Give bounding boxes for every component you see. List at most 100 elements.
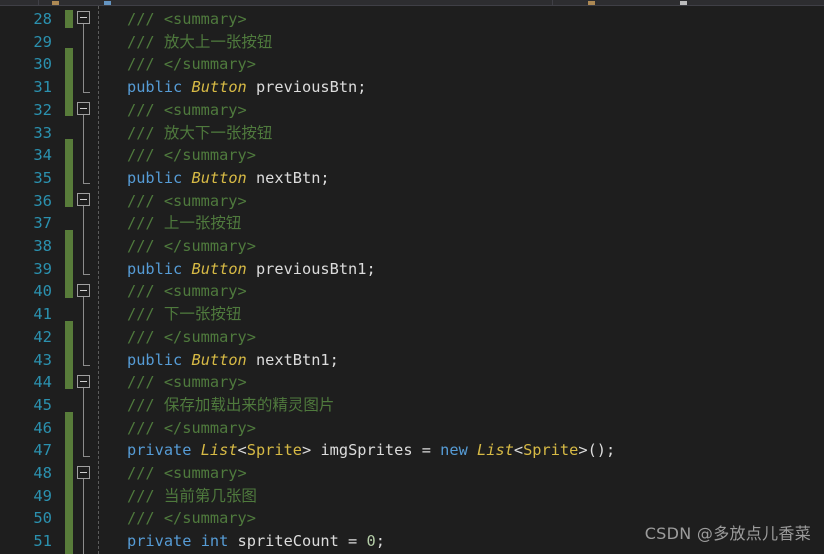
- token-keyword: public: [127, 78, 183, 97]
- token-comment: ///: [127, 55, 164, 74]
- token-comment: <summary>: [163, 373, 247, 392]
- token-keyword: private: [127, 441, 192, 460]
- code-text[interactable]: /// 放大上一张按钮: [127, 31, 272, 54]
- code-line[interactable]: 43 public Button nextBtn1;: [0, 349, 824, 372]
- line-number: 49: [33, 486, 52, 505]
- token-comment: ///: [127, 10, 164, 28]
- code-line[interactable]: 49 /// 当前第几张图: [0, 485, 824, 508]
- line-number: 45: [33, 395, 52, 414]
- code-line[interactable]: 50 /// </summary>: [0, 507, 824, 530]
- code-text[interactable]: /// <summary>: [127, 190, 247, 213]
- code-text[interactable]: /// 放大下一张按钮: [127, 122, 272, 145]
- code-line[interactable]: 30 /// </summary>: [0, 53, 824, 76]
- token-comment: ///: [127, 305, 164, 324]
- toolbar-glyph-icon[interactable]: [52, 1, 59, 5]
- token-comment: <summary>: [163, 191, 247, 210]
- code-line[interactable]: 28 /// <summary>: [0, 8, 824, 31]
- code-text[interactable]: /// <summary>: [127, 280, 247, 303]
- code-line[interactable]: 47 private List<Sprite> imgSprites = new …: [0, 439, 824, 462]
- token-plain: nextBtn1;: [246, 350, 339, 369]
- token-type: List: [477, 441, 514, 460]
- token-plain: spriteCount =: [228, 532, 367, 551]
- token-keyword: public: [127, 350, 183, 369]
- code-line[interactable]: 31 public Button previousBtn;: [0, 76, 824, 99]
- code-line[interactable]: 48 /// <summary>: [0, 462, 824, 485]
- toolbar-glyph-icon[interactable]: [104, 1, 111, 5]
- code-line[interactable]: 42 /// </summary>: [0, 326, 824, 349]
- line-number: 42: [33, 327, 52, 346]
- code-text[interactable]: public Button nextBtn1;: [127, 349, 339, 372]
- code-text[interactable]: /// <summary>: [127, 99, 247, 122]
- code-text[interactable]: public Button previousBtn;: [127, 76, 366, 99]
- line-number: 36: [33, 191, 52, 210]
- code-text[interactable]: /// </summary>: [127, 326, 256, 349]
- top-toolbar-strip[interactable]: [0, 0, 824, 6]
- token-comment: ///: [127, 123, 164, 142]
- code-text[interactable]: /// 上一张按钮: [127, 212, 241, 235]
- token-comment-cn: 下一张按钮: [163, 305, 242, 324]
- token-plain: imgSprites =: [311, 441, 441, 460]
- toolbar-glyph-icon[interactable]: [680, 1, 687, 5]
- token-punct: >: [578, 441, 588, 460]
- line-number: 37: [33, 214, 52, 233]
- code-line[interactable]: 29 /// 放大上一张按钮: [0, 31, 824, 54]
- code-text[interactable]: /// </summary>: [127, 507, 256, 530]
- token-comment: <summary>: [163, 464, 247, 482]
- token-comment: ///: [127, 486, 164, 505]
- code-text[interactable]: /// <summary>: [127, 462, 247, 485]
- token-num: 0: [366, 532, 376, 551]
- token-class: Sprite: [523, 441, 579, 460]
- code-line[interactable]: 32 /// <summary>: [0, 99, 824, 122]
- code-text[interactable]: /// 当前第几张图: [127, 485, 257, 508]
- token-comment: <summary>: [163, 100, 247, 119]
- code-text[interactable]: private int spriteCount = 0;: [127, 530, 385, 553]
- code-line[interactable]: 41 /// 下一张按钮: [0, 303, 824, 326]
- code-text[interactable]: /// 下一张按钮: [127, 303, 241, 326]
- token-comment: </summary>: [163, 327, 256, 346]
- token-plain: nextBtn;: [246, 168, 330, 187]
- token-plain: previousBtn;: [246, 78, 367, 97]
- code-text[interactable]: /// </summary>: [127, 235, 256, 258]
- token-keyword: int: [200, 532, 229, 551]
- token-type: Button: [191, 259, 247, 278]
- token-comment-cn: 上一张按钮: [163, 214, 242, 233]
- token-comment-cn: 放大下一张按钮: [163, 123, 273, 142]
- token-type: Button: [191, 78, 247, 97]
- line-number: 32: [33, 100, 52, 119]
- code-text[interactable]: /// <summary>: [127, 371, 247, 394]
- token-comment: ///: [127, 191, 164, 210]
- code-line[interactable]: 34 /// </summary>: [0, 144, 824, 167]
- code-line[interactable]: 51 private int spriteCount = 0;: [0, 530, 824, 553]
- code-text[interactable]: public Button nextBtn;: [127, 167, 330, 190]
- code-text[interactable]: private List<Sprite> imgSprites = new Li…: [127, 439, 615, 462]
- line-number: 38: [33, 237, 52, 255]
- code-line[interactable]: 44 /// <summary>: [0, 371, 824, 394]
- code-line[interactable]: 33 /// 放大下一张按钮: [0, 122, 824, 145]
- code-line[interactable]: 37 /// 上一张按钮: [0, 212, 824, 235]
- code-text[interactable]: /// 保存加载出来的精灵图片: [127, 394, 334, 417]
- code-line[interactable]: 38 /// </summary>: [0, 235, 824, 258]
- code-text[interactable]: /// <summary>: [127, 8, 247, 31]
- token-comment-cn: 当前第几张图: [163, 486, 257, 505]
- code-text[interactable]: /// </summary>: [127, 53, 256, 76]
- line-number: 34: [33, 146, 52, 165]
- code-line[interactable]: 35 public Button nextBtn;: [0, 167, 824, 190]
- code-line[interactable]: 45 /// 保存加载出来的精灵图片: [0, 394, 824, 417]
- line-number: 33: [33, 123, 52, 142]
- code-surface[interactable]: 28 /// <summary> 29 /// 放大上一张按钮 30 /// </summ…: [0, 6, 824, 554]
- code-text[interactable]: public Button previousBtn1;: [127, 258, 376, 281]
- toolbar-divider: [552, 0, 553, 5]
- token-plain: ;: [375, 532, 385, 551]
- toolbar-glyph-icon[interactable]: [588, 1, 595, 5]
- code-editor-window: 28 /// <summary> 29 /// 放大上一张按钮 30 /// </summ…: [0, 0, 824, 554]
- code-line[interactable]: 40 /// <summary>: [0, 280, 824, 303]
- code-line[interactable]: 39 public Button previousBtn1;: [0, 258, 824, 281]
- code-line[interactable]: 36 /// <summary>: [0, 190, 824, 213]
- code-text[interactable]: /// </summary>: [127, 144, 256, 167]
- token-keyword: public: [127, 259, 183, 278]
- code-text[interactable]: /// </summary>: [127, 417, 256, 440]
- code-line[interactable]: 46 /// </summary>: [0, 417, 824, 440]
- token-comment: ///: [127, 373, 164, 392]
- line-number: 28: [33, 10, 52, 28]
